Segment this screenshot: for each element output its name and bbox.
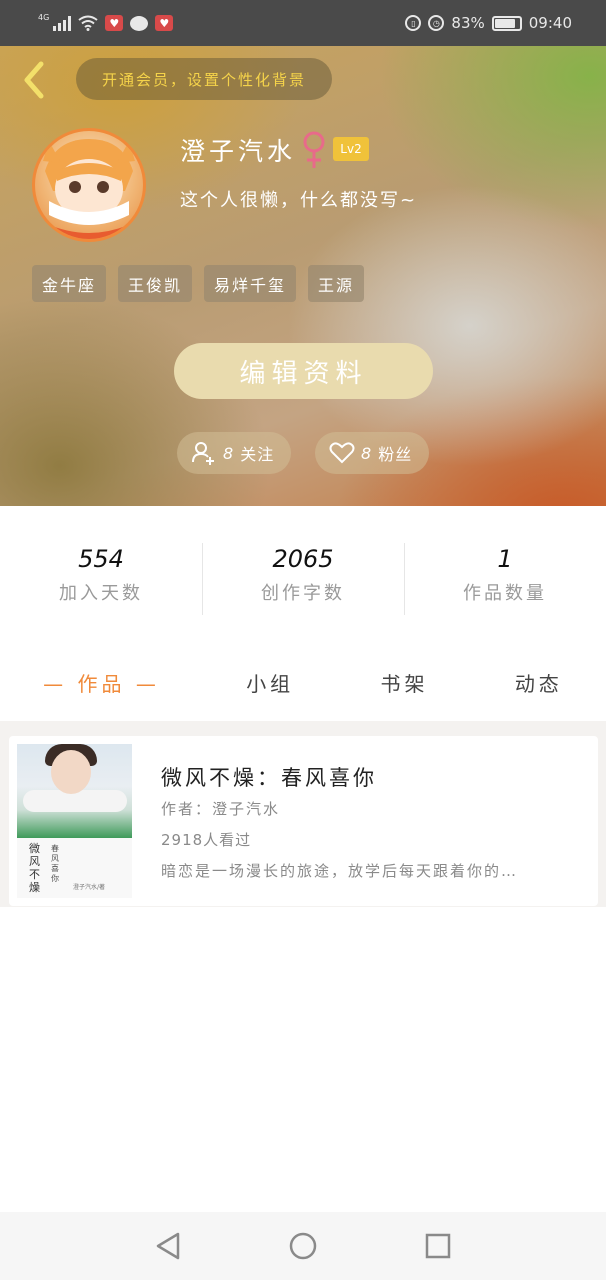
app-notification-icon: ♥ <box>105 15 124 31</box>
work-card[interactable]: 微风不燥 春风喜你 澄子汽水/著 微风不燥：春风喜你 作者：澄子汽水 2918人… <box>9 736 598 906</box>
avatar-image <box>43 139 135 239</box>
following-count: 8 <box>223 443 235 463</box>
fans-label: 粉丝 <box>378 445 413 464</box>
female-icon <box>303 131 325 168</box>
stat-word-count: 2065 创作字数 <box>202 542 404 615</box>
vibrate-icon: ▯ <box>405 15 422 31</box>
tab-activity[interactable]: 动态 <box>515 668 563 697</box>
clock: 09:40 <box>528 14 572 32</box>
status-left: 4G ♥ ♥ <box>38 12 174 31</box>
username: 澄子汽水 <box>180 137 297 166</box>
stat-label: 创作字数 <box>261 582 345 604</box>
system-nav-bar <box>0 1212 606 1280</box>
back-button[interactable] <box>14 58 54 102</box>
fans-count: 8 <box>361 443 373 463</box>
cover-subtitle: 春风喜你 <box>51 844 59 883</box>
tag[interactable]: 王俊凯 <box>118 265 193 302</box>
vip-banner-button[interactable]: 开通会员，设置个性化背景 <box>76 58 332 100</box>
tab-bookshelf[interactable]: 书架 <box>381 668 429 697</box>
signal-icon <box>53 15 72 31</box>
recent-apps-nav-icon[interactable] <box>422 1230 454 1262</box>
network-type: 4G <box>38 12 50 22</box>
work-description: 暗恋是一场漫长的旅途，放学后每天跟着你的… <box>161 862 519 880</box>
stat-join-days: 554 加入天数 <box>0 545 202 605</box>
bio: 这个人很懒，什么都没写~ <box>180 190 418 211</box>
stat-label: 作品数量 <box>463 582 547 604</box>
cover-title: 微风不燥 <box>29 842 40 894</box>
tab-group[interactable]: 小组 <box>246 668 294 697</box>
stat-value: 554 <box>78 544 124 573</box>
battery-percent: 83% <box>451 14 485 32</box>
work-cover: 微风不燥 春风喜你 澄子汽水/著 <box>17 744 132 898</box>
back-nav-icon[interactable] <box>152 1230 184 1262</box>
chevron-left-icon <box>24 61 44 99</box>
app-notification-icon: ♥ <box>155 15 174 31</box>
edit-profile-button[interactable]: 编辑资料 <box>174 343 433 399</box>
heart-icon <box>329 442 355 464</box>
status-bar: 4G ♥ ♥ ▯ ◷ 83% 09:40 <box>0 0 606 46</box>
wifi-icon <box>78 15 98 31</box>
tag-list: 金牛座 王俊凯 易烊千玺 王源 <box>32 265 365 302</box>
stats-bar: 554 加入天数 2065 创作字数 1 作品数量 <box>0 506 606 644</box>
following-label: 关注 <box>240 445 275 464</box>
work-author: 作者：澄子汽水 <box>161 800 281 818</box>
tab-works[interactable]: — 作品 — <box>43 668 160 697</box>
tab-bar: — 作品 — 小组 书架 动态 <box>0 643 606 727</box>
work-views: 2918人看过 <box>161 831 252 849</box>
alarm-icon: ◷ <box>428 15 445 31</box>
add-user-icon <box>192 442 214 465</box>
work-title: 微风不燥：春风喜你 <box>161 766 377 790</box>
battery-icon <box>491 15 522 31</box>
cover-author: 澄子汽水/著 <box>73 884 106 891</box>
tag[interactable]: 王源 <box>308 265 365 302</box>
tag[interactable]: 金牛座 <box>32 265 107 302</box>
fans-button[interactable]: 8 粉丝 <box>315 432 429 474</box>
avatar[interactable] <box>32 128 146 242</box>
level-badge: Lv2 <box>333 137 369 161</box>
message-icon <box>130 15 149 31</box>
cover-photo <box>17 744 132 838</box>
stat-value: 1 <box>497 544 513 573</box>
stat-label: 加入天数 <box>59 582 143 604</box>
home-nav-icon[interactable] <box>287 1230 319 1262</box>
profile-header: 开通会员，设置个性化背景 澄子汽水 Lv2 这个人很懒，什么都没写~ 金牛座 王… <box>0 46 606 506</box>
stat-works-count: 1 作品数量 <box>404 542 606 615</box>
status-right: ▯ ◷ 83% 09:40 <box>405 14 572 32</box>
following-button[interactable]: 8 关注 <box>177 432 291 474</box>
tag[interactable]: 易烊千玺 <box>204 265 297 302</box>
stat-value: 2065 <box>272 544 334 573</box>
